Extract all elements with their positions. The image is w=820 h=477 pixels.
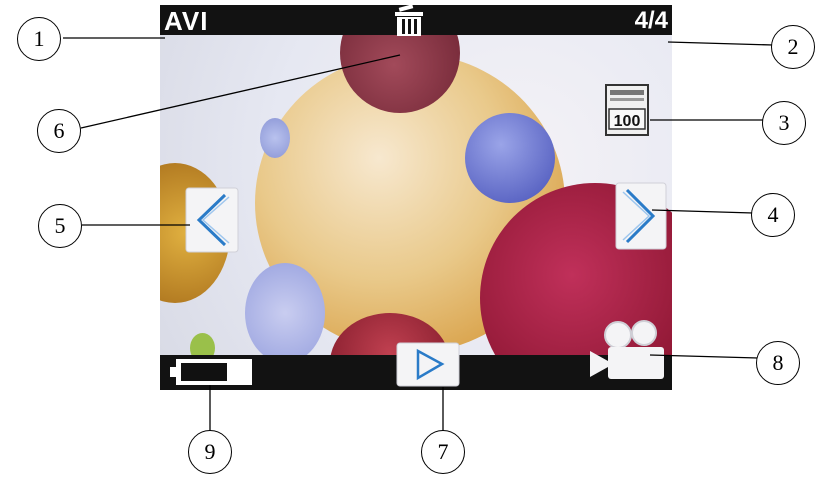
callout-2: 2 — [771, 25, 815, 69]
battery-icon — [170, 357, 254, 387]
battery-level — [181, 363, 227, 381]
callout-4: 4 — [751, 193, 795, 237]
file-counter: 4/4 — [634, 7, 668, 34]
callout-5: 5 — [38, 204, 82, 248]
trash-icon[interactable] — [392, 5, 426, 37]
callout-8: 8 — [756, 341, 800, 385]
video-camera-icon — [588, 315, 668, 385]
play-icon[interactable] — [396, 342, 460, 387]
chevron-left-icon[interactable] — [185, 187, 239, 253]
callout-1: 1 — [17, 17, 61, 61]
device-screen: AVI 4/4 100 — [160, 5, 672, 390]
chevron-right-icon[interactable] — [615, 182, 667, 250]
callout-3: 3 — [762, 101, 806, 145]
storage-badge-text: 100 — [614, 113, 641, 130]
file-type-label: AVI — [164, 6, 209, 36]
callout-6: 6 — [37, 109, 81, 153]
memory-card-icon: 100 — [604, 83, 650, 137]
callout-7: 7 — [421, 430, 465, 474]
callout-9: 9 — [188, 430, 232, 474]
